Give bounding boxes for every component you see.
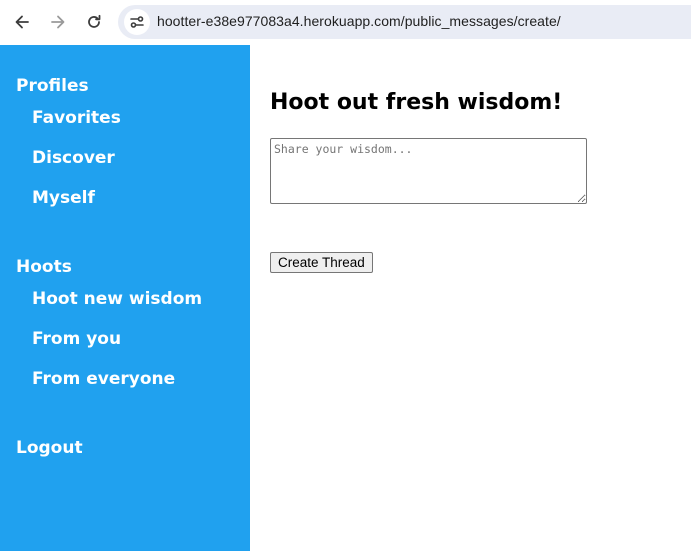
address-bar[interactable]: hootter-e38e977083a4.herokuapp.com/publi… <box>118 5 691 39</box>
site-info-button[interactable] <box>124 9 150 35</box>
sidebar-logout-link[interactable]: Logout <box>16 438 83 458</box>
sidebar-heading-profiles[interactable]: Profiles <box>16 76 89 96</box>
sidebar-heading-hoots[interactable]: Hoots <box>16 257 72 277</box>
back-arrow-icon <box>15 15 29 29</box>
forward-button[interactable] <box>44 8 72 36</box>
sidebar-item-from-you[interactable]: From you <box>32 329 121 349</box>
browser-toolbar: hootter-e38e977083a4.herokuapp.com/publi… <box>0 0 691 45</box>
sidebar-item-from-everyone[interactable]: From everyone <box>32 369 175 389</box>
site-info-icon <box>130 16 144 28</box>
sidebar-item-discover[interactable]: Discover <box>32 148 115 168</box>
sidebar-item-hoot-new-wisdom[interactable]: Hoot new wisdom <box>32 289 202 309</box>
create-thread-button[interactable]: Create Thread <box>270 252 373 273</box>
wisdom-input[interactable] <box>270 138 587 204</box>
reload-icon <box>88 14 101 28</box>
sidebar-item-myself[interactable]: Myself <box>32 188 95 208</box>
reload-button[interactable] <box>80 8 108 36</box>
back-button[interactable] <box>8 8 36 36</box>
page-title: Hoot out fresh wisdom! <box>270 90 563 115</box>
sidebar-item-favorites[interactable]: Favorites <box>32 108 121 128</box>
forward-arrow-icon <box>51 15 65 29</box>
url-text[interactable]: hootter-e38e977083a4.herokuapp.com/publi… <box>157 13 561 29</box>
sidebar: Profiles Favorites Discover Myself Hoots… <box>0 45 250 551</box>
